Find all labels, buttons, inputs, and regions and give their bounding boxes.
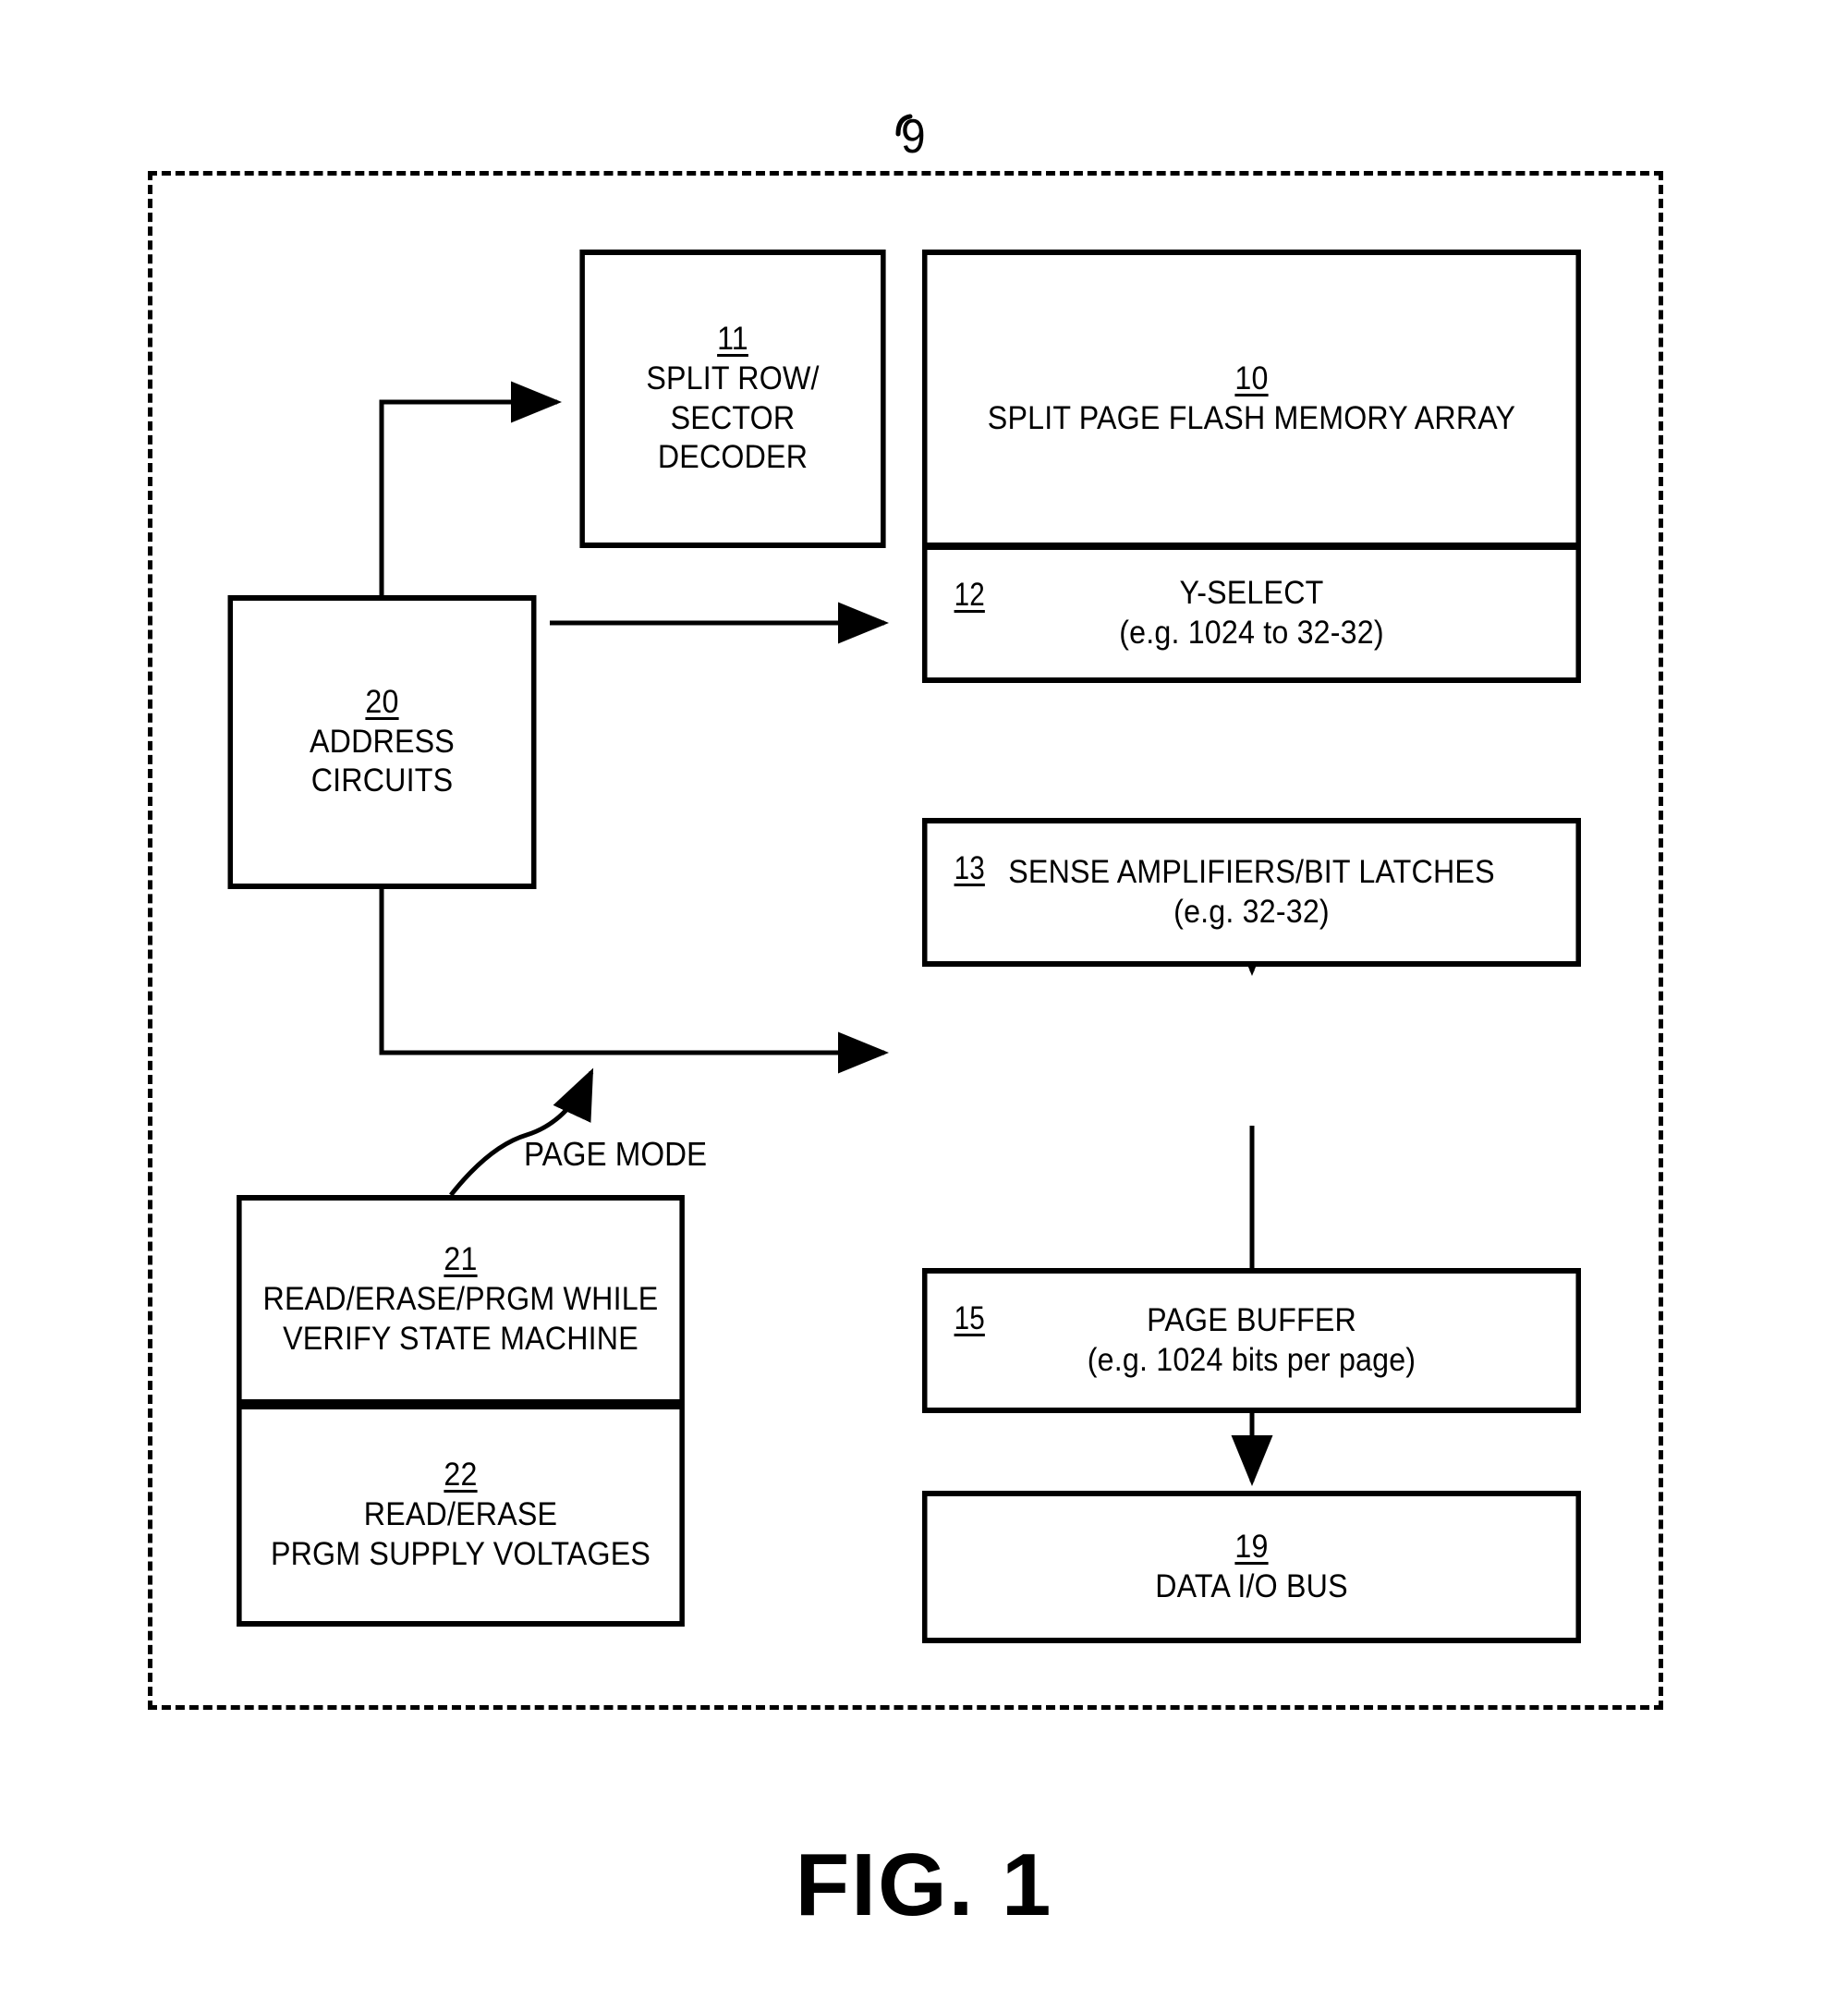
block-22-line-1: READ/ERASE <box>363 1496 558 1533</box>
block-11-line-3: DECODER <box>657 439 808 476</box>
block-11-line-1: SPLIT ROW/ <box>646 360 820 396</box>
block-21-line-1: READ/ERASE/PRGM WHILE <box>262 1281 659 1318</box>
block-ref-15: 15 <box>954 1300 985 1336</box>
block-22-line-2: PRGM SUPPLY VOLTAGES <box>270 1535 651 1572</box>
block-15-line-1: PAGE BUFFER <box>1147 1301 1356 1338</box>
block-split-row-sector-decoder: 11 SPLIT ROW/ SECTOR DECODER <box>579 250 886 548</box>
page-mode-label: PAGE MODE <box>524 1135 708 1173</box>
block-12-line-2: (e.g. 1024 to 32-32) <box>1119 615 1384 651</box>
block-ref-13: 13 <box>954 850 985 886</box>
block-15-line-2: (e.g. 1024 bits per page) <box>1087 1341 1416 1378</box>
block-ref-22: 22 <box>444 1457 478 1494</box>
block-11-line-2: SECTOR <box>670 399 796 436</box>
block-20-line-2: CIRCUITS <box>310 762 454 799</box>
block-page-buffer: 15 PAGE BUFFER (e.g. 1024 bits per page) <box>922 1268 1581 1413</box>
block-ref-10: 10 <box>1234 360 1269 396</box>
block-data-io-bus: 19 DATA I/O BUS <box>922 1491 1581 1643</box>
block-ref-11: 11 <box>717 321 748 358</box>
block-read-erase-prgm-supply-voltages: 22 READ/ERASE PRGM SUPPLY VOLTAGES <box>237 1404 685 1627</box>
block-21-line-2: VERIFY STATE MACHINE <box>283 1320 638 1357</box>
block-ref-20: 20 <box>365 683 399 720</box>
block-ref-12: 12 <box>954 577 985 613</box>
block-12-line-1: Y-SELECT <box>1179 575 1324 612</box>
patent-figure: 9 PAGE MODE 11 SPLIT ROW/ SECTOR DECODER <box>0 0 1848 2012</box>
block-ref-19: 19 <box>1234 1528 1269 1565</box>
block-address-circuits: 20 ADDRESS CIRCUITS <box>227 595 537 889</box>
block-ref-21: 21 <box>444 1241 478 1278</box>
block-y-select: 12 Y-SELECT (e.g. 1024 to 32-32) <box>922 544 1581 683</box>
block-10-line-1: SPLIT PAGE FLASH MEMORY ARRAY <box>987 399 1516 436</box>
block-sense-amplifiers-bit-latches: 13 SENSE AMPLIFIERS/BIT LATCHES (e.g. 32… <box>922 818 1581 967</box>
block-19-line-1: DATA I/O BUS <box>1155 1567 1348 1604</box>
block-13-line-2: (e.g. 32-32) <box>1173 893 1330 930</box>
chip-reference-numeral: 9 <box>901 110 926 164</box>
block-split-page-flash-memory-array: 10 SPLIT PAGE FLASH MEMORY ARRAY <box>922 250 1581 548</box>
block-13-line-1: SENSE AMPLIFIERS/BIT LATCHES <box>1008 853 1495 890</box>
figure-caption: FIG. 1 <box>795 1835 1053 1934</box>
block-20-line-1: ADDRESS <box>310 723 455 760</box>
block-read-erase-prgm-while-verify-state-machine: 21 READ/ERASE/PRGM WHILE VERIFY STATE MA… <box>237 1195 685 1405</box>
